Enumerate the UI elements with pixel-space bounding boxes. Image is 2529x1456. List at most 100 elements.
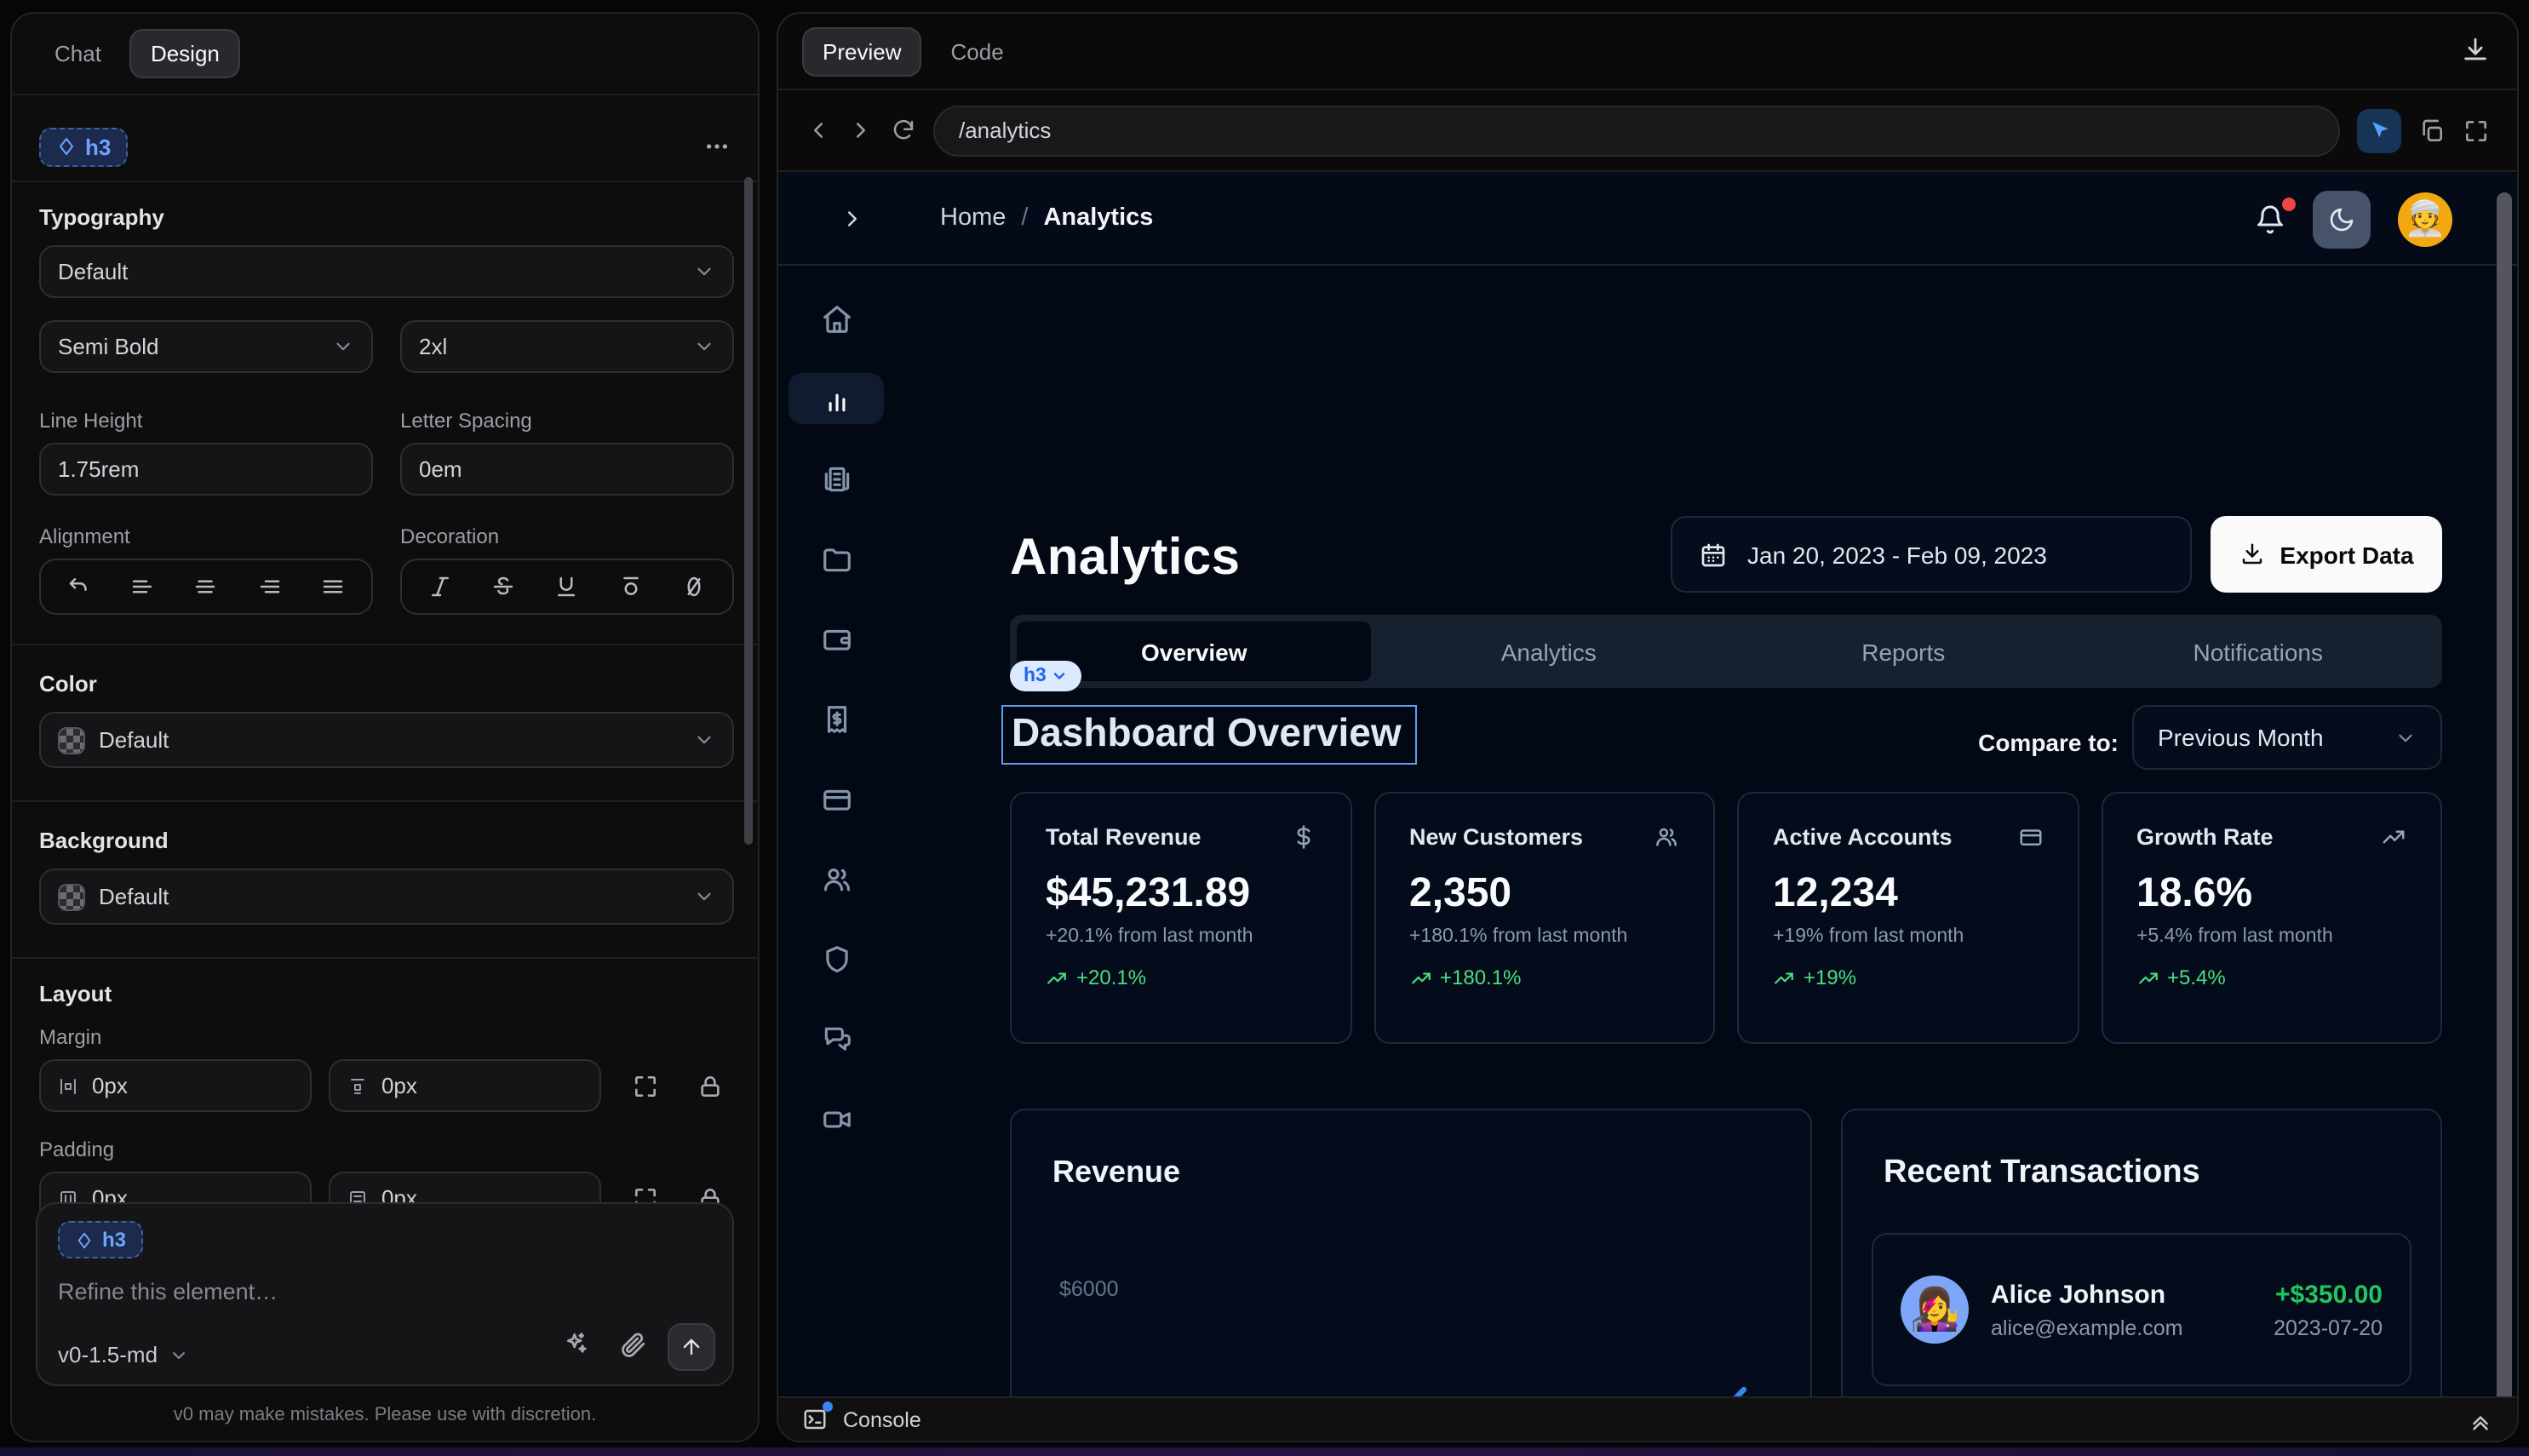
- tab-reports[interactable]: Reports: [1726, 622, 2081, 681]
- receipt-icon: [820, 702, 852, 735]
- padding-label: Padding: [39, 1138, 114, 1161]
- more-menu-icon[interactable]: [703, 133, 731, 160]
- align-right-icon[interactable]: [256, 574, 282, 599]
- undo-icon[interactable]: [66, 574, 92, 599]
- video-icon: [820, 1103, 852, 1135]
- home-icon: [820, 302, 852, 335]
- margin-x-input[interactable]: [39, 1059, 312, 1112]
- letter-spacing-label: Letter Spacing: [400, 409, 532, 433]
- element-badge[interactable]: h3: [39, 127, 128, 166]
- bar-chart-icon: [820, 382, 852, 415]
- nav-cards[interactable]: [789, 773, 884, 824]
- tab-design[interactable]: Design: [130, 29, 240, 78]
- preview-tabs: Preview Code: [778, 14, 2517, 90]
- refine-composer: h3 v0-1.5-md: [36, 1202, 734, 1386]
- nav-analytics[interactable]: [789, 373, 884, 424]
- preview-scrollbar[interactable]: [2497, 192, 2512, 1422]
- breadcrumb-home[interactable]: Home: [940, 204, 1006, 232]
- nav-wallet[interactable]: [789, 613, 884, 664]
- url-input[interactable]: [959, 118, 2314, 143]
- trending-up-icon: [1773, 966, 1795, 989]
- italic-icon[interactable]: [427, 574, 453, 599]
- download-icon[interactable]: [2461, 36, 2490, 65]
- nav-messages[interactable]: [789, 1013, 884, 1064]
- inspect-pointer-button[interactable]: [2357, 108, 2401, 152]
- tab-code[interactable]: Code: [932, 28, 1023, 74]
- chevrons-up-icon[interactable]: [2468, 1407, 2493, 1432]
- nav-video[interactable]: [789, 1093, 884, 1144]
- selected-element-tag[interactable]: h3: [1010, 661, 1082, 691]
- avatar: 👩‍🎤: [1901, 1275, 1969, 1344]
- tab-chat[interactable]: Chat: [36, 31, 120, 77]
- font-family-select[interactable]: Default: [39, 245, 734, 298]
- tab-notifications[interactable]: Notifications: [2081, 622, 2436, 681]
- refine-element-badge[interactable]: h3: [58, 1221, 143, 1258]
- color-select[interactable]: Default: [39, 712, 734, 768]
- page-content: Analytics Jan 20, 2023 - Feb 09, 2023 Ex…: [1010, 266, 2442, 1441]
- refresh-icon[interactable]: [891, 118, 916, 143]
- back-icon[interactable]: [806, 118, 831, 143]
- dashboard-tabbar: Overview Analytics Reports Notifications: [1010, 615, 2442, 688]
- tab-analytics[interactable]: Analytics: [1372, 622, 1727, 681]
- user-avatar[interactable]: 👳: [2398, 192, 2452, 246]
- forward-icon[interactable]: [848, 118, 874, 143]
- compare-select[interactable]: Previous Month: [2132, 705, 2442, 770]
- nav-receipts[interactable]: [789, 693, 884, 744]
- dark-mode-toggle[interactable]: [2313, 190, 2371, 248]
- selected-heading-outline[interactable]: Dashboard Overview: [1001, 705, 1417, 765]
- model-select[interactable]: v0-1.5-md: [58, 1342, 188, 1367]
- credit-card-icon: [2017, 824, 2043, 850]
- margin-y-input[interactable]: [329, 1059, 601, 1112]
- letter-spacing-input[interactable]: [400, 443, 734, 496]
- strikethrough-icon[interactable]: [491, 574, 517, 599]
- no-decoration-icon[interactable]: [681, 574, 707, 599]
- background-swatch: [58, 883, 85, 910]
- pointer-icon: [2368, 119, 2390, 141]
- console-bar[interactable]: Console: [778, 1396, 2517, 1441]
- lock-icon[interactable]: [697, 1073, 724, 1100]
- selected-element-row: h3: [39, 112, 731, 181]
- align-center-icon[interactable]: [193, 574, 219, 599]
- revenue-line-chart: [1012, 1110, 1812, 1441]
- fullscreen-icon[interactable]: [2463, 117, 2490, 144]
- chevron-down-icon: [693, 335, 715, 358]
- export-data-button[interactable]: Export Data: [2211, 516, 2442, 593]
- background-select[interactable]: Default: [39, 868, 734, 925]
- tab-preview[interactable]: Preview: [802, 26, 922, 76]
- design-panel: Chat Design h3 Typography Default Semi B…: [10, 12, 760, 1442]
- notifications-button[interactable]: [2255, 203, 2285, 234]
- sidebar-toggle-icon[interactable]: [840, 205, 865, 231]
- decoration-group: [400, 559, 734, 615]
- messages-icon: [820, 1023, 852, 1055]
- refine-input[interactable]: [58, 1279, 712, 1320]
- url-bar[interactable]: [933, 105, 2340, 156]
- font-size-select[interactable]: 2xl: [400, 320, 734, 373]
- font-weight-select[interactable]: Semi Bold: [39, 320, 373, 373]
- expand-icon[interactable]: [632, 1073, 659, 1100]
- console-activity-dot: [823, 1402, 833, 1412]
- transaction-row[interactable]: 👩‍🎤 Alice Johnson alice@example.com +$35…: [1872, 1233, 2411, 1386]
- date-range-button[interactable]: Jan 20, 2023 - Feb 09, 2023: [1671, 516, 2192, 593]
- alignment-group: [39, 559, 373, 615]
- copy-icon[interactable]: [2418, 117, 2446, 144]
- nav-security[interactable]: [789, 933, 884, 984]
- breadcrumb: Home / Analytics: [940, 204, 1153, 232]
- overline-icon[interactable]: [617, 574, 643, 599]
- browser-bar: [778, 90, 2517, 172]
- send-button[interactable]: [668, 1323, 715, 1371]
- nav-invoices[interactable]: [789, 453, 884, 504]
- nav-users[interactable]: [789, 853, 884, 904]
- underline-icon[interactable]: [554, 574, 580, 599]
- chevron-down-icon: [2394, 726, 2417, 748]
- sparkles-icon[interactable]: [562, 1330, 589, 1357]
- app-topbar: Home / Analytics 👳: [778, 172, 2517, 266]
- margin-vertical-icon: [347, 1074, 368, 1098]
- align-justify-icon[interactable]: [320, 574, 346, 599]
- left-panel-scrollbar[interactable]: [744, 177, 753, 845]
- align-left-icon[interactable]: [130, 574, 156, 599]
- nav-files[interactable]: [789, 533, 884, 584]
- line-height-input[interactable]: [39, 443, 373, 496]
- nav-home[interactable]: [789, 293, 884, 344]
- paperclip-icon[interactable]: [618, 1330, 647, 1359]
- topbar-actions: 👳: [2255, 172, 2452, 266]
